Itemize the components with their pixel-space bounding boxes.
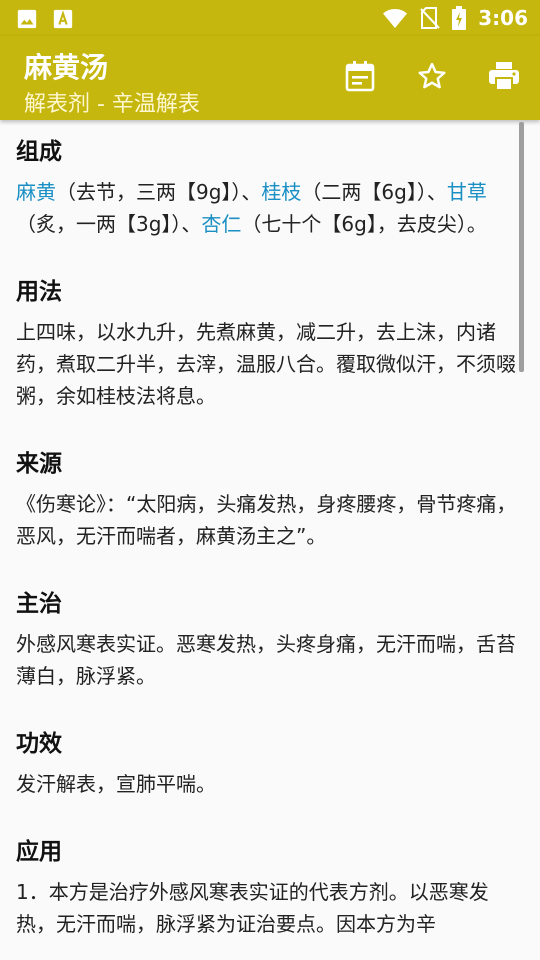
effect-text: 发汗解表，宣肺平喘。 [16,772,216,796]
calendar-icon [345,60,375,96]
section-indication: 主治 外感风寒表实证。恶寒发热，头疼身痛，无汗而喘，舌苔薄白，脉浮紧。 [16,586,524,692]
image-icon [16,8,38,30]
application-text: 1．本方是治疗外感风寒表实证的代表方剂。以恶寒发热，无汗而喘，脉浮紧为证治要点。… [16,880,489,936]
herb-link-gancao[interactable]: 甘草 [447,180,487,204]
status-time: 3:06 [478,6,528,30]
section-heading: 功效 [16,731,62,757]
calendar-button[interactable] [324,56,396,100]
star-icon [417,61,447,95]
formula-detail[interactable]: 组成 麻黄（去节，三两【9g】）、桂枝（二两【6g】）、甘草 （炙，一两【3g】）… [0,120,540,960]
page-subtitle: 解表剂 - 辛温解表 [24,92,200,117]
herb-dose: （七十个【6g】，去皮尖）。 [241,212,487,236]
battery-charging-icon [452,6,467,30]
herb-link-xingren[interactable]: 杏仁 [201,212,241,236]
herb-dose: （二两【6g】）、 [301,180,447,204]
section-heading: 应用 [16,839,62,865]
section-heading: 用法 [16,279,62,305]
scrollbar[interactable] [519,122,524,372]
favorite-button[interactable] [396,56,468,100]
indication-text: 外感风寒表实证。恶寒发热，头疼身痛，无汗而喘，舌苔薄白，脉浮紧。 [16,632,516,688]
section-composition: 组成 麻黄（去节，三两【9g】）、桂枝（二两【6g】）、甘草 （炙，一两【3g】）… [16,134,524,240]
section-heading: 组成 [16,139,62,165]
wifi-icon [382,7,408,29]
section-heading: 主治 [16,591,62,617]
app-bar: 麻黄汤 解表剂 - 辛温解表 [0,36,540,120]
herb-dose: （去节，三两【9g】）、 [56,180,262,204]
font-icon [52,8,74,30]
usage-text: 上四味，以水九升，先煮麻黄，减二升，去上沫，内诸药，煮取二升半，去滓，温服八合。… [16,320,516,408]
print-icon [488,61,520,95]
section-source: 来源 《伤寒论》：“太阳病，头痛发热，身疼腰疼，骨节疼痛，恶风，无汗而喘者，麻黄… [16,446,524,552]
status-bar: 3:06 [0,0,540,36]
no-sim-icon [420,6,440,30]
source-text: 《伤寒论》：“太阳病，头痛发热，身疼腰疼，骨节疼痛，恶风，无汗而喘者，麻黄汤主之… [16,492,517,548]
herb-link-mahuang[interactable]: 麻黄 [16,180,56,204]
section-usage: 用法 上四味，以水九升，先煮麻黄，减二升，去上沫，内诸药，煮取二升半，去滓，温服… [16,274,524,412]
section-effect: 功效 发汗解表，宣肺平喘。 [16,726,524,800]
herb-link-guizhi[interactable]: 桂枝 [261,180,301,204]
composition-text: 麻黄（去节，三两【9g】）、桂枝（二两【6g】）、甘草 （炙，一两【3g】）、杏仁… [16,176,524,240]
page-title: 麻黄汤 [24,51,109,84]
print-button[interactable] [468,56,540,100]
section-application: 应用 1．本方是治疗外感风寒表实证的代表方剂。以恶寒发热，无汗而喘，脉浮紧为证治… [16,834,524,940]
section-heading: 来源 [16,451,62,477]
herb-dose: （炙，一两【3g】）、 [16,212,202,236]
